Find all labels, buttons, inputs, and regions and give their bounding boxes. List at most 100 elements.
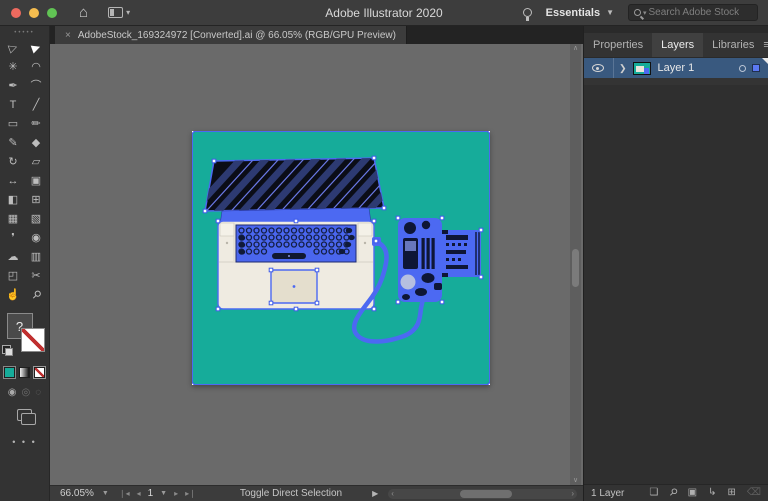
column-graph-tool[interactable]: ▥	[25, 248, 48, 267]
perspective-grid-tool[interactable]: ⊞	[25, 191, 48, 210]
panel-menu-icon[interactable]: ≡	[763, 33, 768, 57]
visibility-eye-icon[interactable]	[592, 64, 604, 72]
delete-layer-icon[interactable]: ⌫	[747, 488, 761, 498]
gradient-tool[interactable]: ▧	[25, 210, 48, 229]
new-layer-icon[interactable]: ⊞	[727, 488, 735, 498]
close-window-button[interactable]	[11, 8, 21, 18]
document-tab[interactable]: × AdobeStock_169324972 [Converted].ai @ …	[55, 26, 407, 44]
scroll-right-icon[interactable]: ›	[571, 490, 574, 498]
edit-toolbar-button[interactable]: • • •	[12, 437, 36, 447]
blend-tool[interactable]: ◉	[25, 229, 48, 248]
status-text: Toggle Direct Selection	[240, 488, 342, 499]
gradient-button[interactable]	[19, 367, 30, 378]
layer-thumbnail[interactable]	[633, 62, 651, 75]
discover-lightbulb-icon[interactable]	[523, 8, 532, 17]
scroll-up-icon[interactable]: ∧	[573, 45, 578, 52]
first-artboard-icon[interactable]: ❘◂	[119, 489, 130, 498]
tab-layers[interactable]: Layers	[652, 33, 703, 57]
close-tab-icon[interactable]: ×	[65, 30, 71, 41]
color-button[interactable]	[4, 367, 15, 378]
paintbrush-tool[interactable]: ✏	[25, 115, 48, 134]
drawing-modes: ◉ ◎ ◌	[8, 387, 41, 398]
artboard-navigation: ❘◂ ◂ 1 ▼ ▸ ▸❘	[119, 488, 196, 499]
workspace-switcher[interactable]: Essentials ▼	[546, 7, 614, 19]
chevron-down-icon: ▼	[102, 490, 109, 497]
hand-tool[interactable]: ☝	[2, 286, 25, 305]
pen-tool[interactable]: ✒	[2, 77, 25, 96]
scroll-down-icon[interactable]: ∨	[573, 477, 578, 484]
layer-row[interactable]: ❯ Layer 1	[584, 58, 768, 78]
none-button[interactable]	[34, 367, 45, 378]
artboard-number[interactable]: 1	[148, 488, 154, 499]
type-tool[interactable]: T	[2, 96, 25, 115]
chevron-down-icon[interactable]: ▼	[160, 490, 167, 497]
layer-selection-indicator[interactable]	[752, 64, 760, 72]
selection-tool[interactable]: ▶	[25, 39, 48, 58]
clipping-mask-icon[interactable]: ▣	[688, 488, 697, 498]
shape-builder-tool[interactable]: ◧	[2, 191, 25, 210]
eraser-tool[interactable]: ◆	[25, 134, 48, 153]
draw-inside-icon[interactable]: ◌	[35, 387, 41, 398]
rotate-tool[interactable]: ↻	[2, 153, 25, 172]
layers-panel-footer: 1 Layer ❏ ⚲ ▣ ↳ ⊞ ⌫	[584, 484, 768, 501]
layer-name[interactable]: Layer 1	[658, 62, 695, 74]
vertical-scrollbar[interactable]: ∧ ∨	[570, 44, 581, 485]
status-bar: 66.05% ▼ ❘◂ ◂ 1 ▼ ▸ ▸❘ Toggle Direct Sel…	[50, 485, 583, 501]
next-artboard-icon[interactable]: ▸	[174, 489, 178, 498]
layout-icon	[108, 7, 123, 18]
draw-behind-icon[interactable]: ◎	[22, 387, 31, 398]
tab-libraries[interactable]: Libraries	[703, 33, 763, 57]
collect-for-export-icon[interactable]: ❏	[649, 488, 658, 498]
canvas[interactable]: ∧ ∨	[50, 44, 583, 485]
titlebar-right: Essentials ▼ ▾ Search Adobe Stock	[523, 4, 758, 21]
tab-properties[interactable]: Properties	[584, 33, 652, 57]
minimize-window-button[interactable]	[29, 8, 39, 18]
width-tool[interactable]: ↔	[2, 172, 25, 191]
draw-normal-icon[interactable]: ◉	[8, 387, 17, 398]
chevron-down-icon: ▾	[126, 8, 130, 17]
magic-wand-tool[interactable]: ✳	[2, 58, 25, 77]
change-screen-mode-icon[interactable]	[17, 409, 32, 421]
free-transform-tool[interactable]: ▣	[25, 172, 48, 191]
fill-stroke-indicator[interactable]: ?	[2, 313, 48, 359]
vertical-scroll-thumb[interactable]	[572, 249, 579, 287]
document-area: × AdobeStock_169324972 [Converted].ai @ …	[50, 26, 583, 501]
symbol-sprayer-tool[interactable]: ☁	[2, 248, 25, 267]
artwork-laptop-and-camera[interactable]	[192, 131, 490, 385]
layers-panel-body[interactable]	[584, 85, 768, 484]
direct-selection-tool[interactable]: ▷	[2, 39, 25, 58]
status-menu-arrow-icon[interactable]: ▶	[372, 489, 378, 498]
locate-object-icon[interactable]: ⚲	[669, 488, 676, 498]
curvature-tool[interactable]: ⌒	[25, 77, 48, 96]
artboard[interactable]	[192, 131, 490, 385]
right-panel: PropertiesLayersLibraries≡ ❯ Layer 1 1 L…	[583, 26, 768, 501]
new-sublayer-icon[interactable]: ↳	[708, 488, 716, 498]
document-tabbar: × AdobeStock_169324972 [Converted].ai @ …	[50, 26, 583, 44]
artboard-tool[interactable]: ◰	[2, 267, 25, 286]
previous-artboard-icon[interactable]: ◂	[137, 489, 141, 498]
home-icon[interactable]: ⌂	[79, 5, 88, 20]
horizontal-scrollbar[interactable]: ‹ ›	[388, 489, 577, 499]
shaper-tool[interactable]: ✎	[2, 134, 25, 153]
eyedropper-tool[interactable]: ❜	[2, 229, 25, 248]
expand-layer-chevron-icon[interactable]: ❯	[619, 63, 627, 74]
zoom-level-dropdown[interactable]: 66.05% ▼	[56, 487, 113, 501]
mesh-tool[interactable]: ▦	[2, 210, 25, 229]
stroke-swatch-none[interactable]	[21, 328, 45, 352]
scale-tool[interactable]: ▱	[25, 153, 48, 172]
slice-tool[interactable]: ✂	[25, 267, 48, 286]
scroll-left-icon[interactable]: ‹	[391, 490, 394, 498]
zoom-window-button[interactable]	[47, 8, 57, 18]
lasso-tool[interactable]: ◠	[25, 58, 48, 77]
horizontal-scroll-thumb[interactable]	[460, 490, 512, 498]
layer-target-icon[interactable]	[739, 65, 746, 72]
tools-panel: ••••• ▷▶✳◠✒⌒T╱▭✏✎◆↻▱↔▣◧⊞▦▧❜◉☁▥◰✂☝⚲ ? ◉ ◎…	[0, 26, 50, 501]
default-fill-stroke-icon[interactable]	[2, 345, 11, 354]
rectangle-tool[interactable]: ▭	[2, 115, 25, 134]
arrange-documents-icon[interactable]: ▾	[108, 7, 130, 18]
last-artboard-icon[interactable]: ▸❘	[185, 489, 196, 498]
toolbar-grip[interactable]: •••••	[14, 30, 35, 36]
line-segment-tool[interactable]: ╱	[25, 96, 48, 115]
search-input[interactable]: ▾ Search Adobe Stock	[628, 4, 758, 21]
zoom-tool[interactable]: ⚲	[25, 286, 48, 305]
